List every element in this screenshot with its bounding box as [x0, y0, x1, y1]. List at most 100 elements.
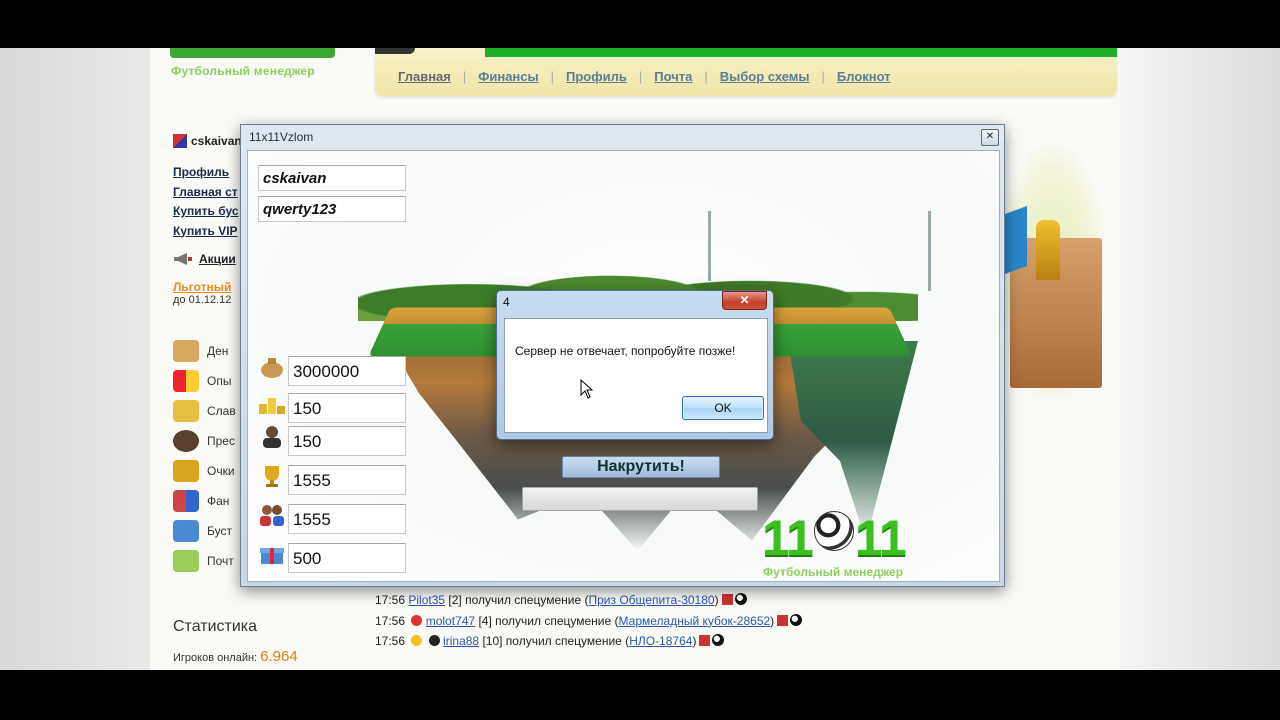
feed-text: получил спецумение: [495, 613, 612, 628]
dialog-message: Сервер не отвечает, попробуйте позже!: [515, 344, 736, 358]
error-dialog: 4 ✕ Сервер не отвечает, попробуйте позже…: [496, 290, 774, 440]
gift-icon: [260, 548, 284, 564]
star-icon: [411, 635, 423, 646]
feed-item-link[interactable]: Мармеладный кубок-28652: [619, 614, 771, 628]
stat-row: Буст: [173, 516, 236, 546]
letterbox-top: [0, 0, 1280, 48]
card-icon: [721, 594, 733, 605]
feed-item-link[interactable]: НЛО-18764: [629, 634, 692, 648]
sidebar-link-home[interactable]: Главная ст: [173, 183, 239, 203]
ok-button[interactable]: OK: [682, 396, 764, 420]
prestige-field[interactable]: 150: [288, 426, 406, 456]
logo-text-left: 11: [762, 510, 814, 566]
site-logo-subtitle: Футбольный менеджер: [171, 64, 315, 78]
dialog-title: 4: [503, 295, 510, 309]
password-input[interactable]: qwerty123: [258, 196, 406, 222]
panda-icon: [428, 635, 440, 646]
stat-label: Почт: [207, 554, 234, 568]
sidebar-link-buy-vip[interactable]: Купить VIP: [173, 222, 239, 242]
dialog-close-button[interactable]: ✕: [722, 291, 767, 310]
person-icon: [263, 426, 281, 448]
stat-label: Опы: [207, 374, 232, 388]
stat-label: Очки: [207, 464, 235, 478]
stat-label: Ден: [207, 344, 229, 358]
soccer-ball-icon: [813, 511, 854, 551]
money-bag-icon: [261, 358, 283, 378]
feed-level: [10]: [482, 634, 503, 648]
feed-level: [4]: [478, 613, 492, 628]
nav-link-home[interactable]: Главная: [398, 69, 451, 84]
trophy-illustration: [1036, 220, 1060, 280]
feed-time: 17:56: [375, 634, 406, 648]
floodlight: [708, 211, 711, 281]
stat-row: Фан: [173, 486, 236, 516]
fans-icon: [260, 505, 284, 526]
app-close-button[interactable]: ✕: [981, 129, 999, 146]
sidebar-discount-link[interactable]: Льготный: [173, 280, 231, 294]
stat-row: Слав: [173, 396, 236, 426]
nav-separator: |: [550, 69, 555, 84]
gift-icon: [173, 520, 199, 542]
stat-row: Ден: [173, 336, 236, 366]
nav-link-profile[interactable]: Профиль: [566, 69, 627, 84]
nav-link-formation[interactable]: Выбор схемы: [720, 69, 810, 84]
players-online-label: Игроков онлайн:: [173, 652, 258, 664]
boost-button[interactable]: Накрутить!: [562, 456, 720, 478]
ball-icon: [790, 613, 803, 626]
sidebar-promo[interactable]: Акции: [173, 252, 236, 266]
nav-link-mail[interactable]: Почта: [654, 69, 692, 84]
stat-row: Очки: [173, 456, 236, 486]
statistics-heading: Статистика: [173, 618, 258, 635]
mouse-cursor-icon: [580, 379, 594, 399]
feed-user-link[interactable]: molot747: [426, 614, 475, 628]
feed-text: получил спецумение: [465, 593, 582, 607]
glory-field[interactable]: 150: [288, 393, 406, 423]
feed-time: 17:56: [375, 613, 406, 628]
feed-item: 17:56 Pilot35 [2] получил спецумение (Пр…: [375, 590, 802, 611]
app-logo: 11 11: [762, 509, 907, 567]
stat-row: Опы: [173, 366, 236, 396]
sidebar-link-profile[interactable]: Профиль: [173, 163, 239, 183]
feed-item: 17:56 molot747 [4] получил спецумение (М…: [375, 611, 803, 632]
site-logo[interactable]: [170, 48, 335, 58]
nav-green-bar: [485, 48, 1117, 57]
nav-link-notepad[interactable]: Блокнот: [837, 69, 891, 84]
fans-field[interactable]: 1555: [288, 504, 406, 534]
feed-user-link[interactable]: Pilot35: [408, 593, 445, 607]
sidebar-link-buy-boost[interactable]: Купить бус: [173, 202, 239, 222]
podium-icon: [259, 398, 285, 414]
money-field[interactable]: 3000000: [288, 356, 406, 386]
stat-label: Слав: [207, 404, 236, 418]
players-online-value: 6.964: [260, 648, 298, 665]
nav-links: Главная | Финансы | Профиль | Почта | Вы…: [398, 69, 891, 84]
feed-item-link[interactable]: Приз Общепита-30180: [589, 593, 715, 607]
app-logo-subtitle: Футбольный менеджер: [763, 565, 904, 579]
points-field[interactable]: 1555: [288, 465, 406, 495]
sidebar-user[interactable]: cskaivan: [173, 134, 242, 148]
rocket-icon: [411, 614, 423, 626]
card-icon: [699, 635, 711, 646]
ball-icon: [712, 634, 725, 646]
nav-separator: |: [462, 69, 467, 84]
progress-bar: [522, 487, 758, 511]
boost-field[interactable]: 500: [288, 543, 406, 573]
card-icon: [777, 614, 789, 626]
stat-label: Фан: [207, 494, 230, 508]
nav-separator: |: [821, 69, 825, 84]
nav-link-finances[interactable]: Финансы: [478, 69, 538, 84]
feed-level: [2]: [448, 593, 462, 607]
sidebar-username: cskaivan: [191, 134, 242, 148]
logo-text-right: 11: [854, 510, 907, 566]
feed-user-link[interactable]: irina88: [443, 634, 479, 648]
stat-row: Прес: [173, 426, 236, 456]
sidebar-stats: Ден Опы Слав Прес Очки Фан Буст Почт: [173, 336, 236, 576]
dialog-body: Сервер не отвечает, попробуйте позже! OK: [504, 318, 768, 433]
login-input[interactable]: cskaivan: [258, 165, 406, 191]
club-flag-icon: [173, 134, 187, 148]
activity-feed: 17:56 Pilot35 [2] получил спецумение (Пр…: [375, 590, 803, 652]
money-bag-icon: [173, 340, 199, 362]
top-navigation: Главная | Финансы | Профиль | Почта | Вы…: [375, 48, 1117, 96]
stat-row: Почт: [173, 546, 236, 576]
nav-separator: |: [638, 69, 643, 84]
stat-label: Буст: [207, 524, 232, 538]
